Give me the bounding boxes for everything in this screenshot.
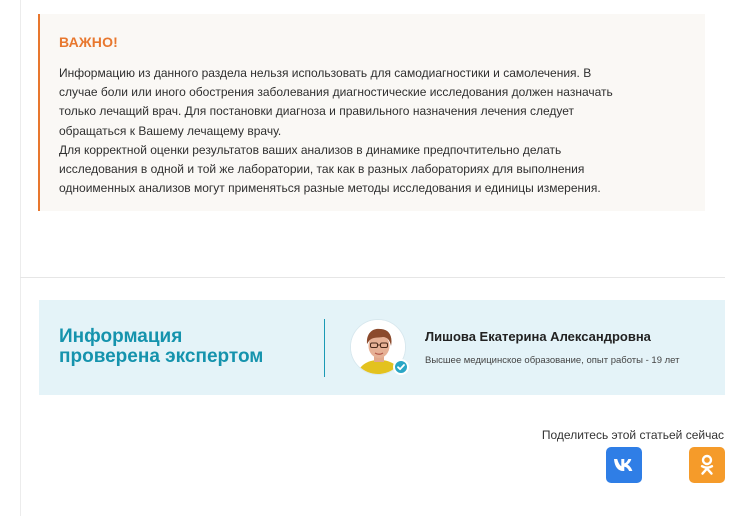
notice-line: Для корректной оценки результатов ваших … bbox=[59, 142, 562, 157]
notice-line: случае боли или иного обострения заболев… bbox=[59, 85, 613, 100]
content-left-border bbox=[20, 0, 21, 516]
expert-heading-line: проверена экспертом bbox=[59, 346, 264, 367]
vk-icon bbox=[614, 459, 633, 471]
expert-heading: Информация проверена экспертом bbox=[59, 327, 309, 367]
expert-separator bbox=[324, 319, 325, 377]
notice-text: Информацию из данного раздела нельзя исп… bbox=[59, 64, 685, 198]
expert-name[interactable]: Лишова Екатерина Александровна bbox=[425, 329, 651, 344]
check-badge-icon bbox=[393, 359, 409, 375]
notice-line: одноименных анализов могут применяться р… bbox=[59, 181, 601, 196]
notice-title: ВАЖНО! bbox=[59, 34, 119, 50]
notice-line: исследования в одной и той же лаборатори… bbox=[59, 162, 585, 177]
share-vk-button[interactable] bbox=[606, 447, 642, 483]
share-odnoklassniki-button[interactable] bbox=[689, 447, 725, 483]
section-divider bbox=[20, 277, 725, 278]
expert-heading-line: Информация bbox=[59, 326, 183, 347]
notice-line: обращаться к Вашему лечащему врачу. bbox=[59, 123, 282, 138]
notice-line: Информацию из данного раздела нельзя исп… bbox=[59, 66, 592, 80]
expert-verified-card: Информация проверена экспертом Лишова Ек… bbox=[39, 300, 725, 395]
share-label: Поделитесь этой статьей сейчас bbox=[541, 428, 724, 442]
odnoklassniki-icon bbox=[700, 454, 714, 475]
notice-line: только лечащий врач. Для постановки диаг… bbox=[59, 104, 575, 119]
important-notice: ВАЖНО! Информацию из данного раздела нел… bbox=[38, 14, 705, 211]
expert-description: Высшее медицинское образование, опыт раб… bbox=[425, 355, 680, 366]
expert-avatar[interactable] bbox=[350, 319, 409, 377]
